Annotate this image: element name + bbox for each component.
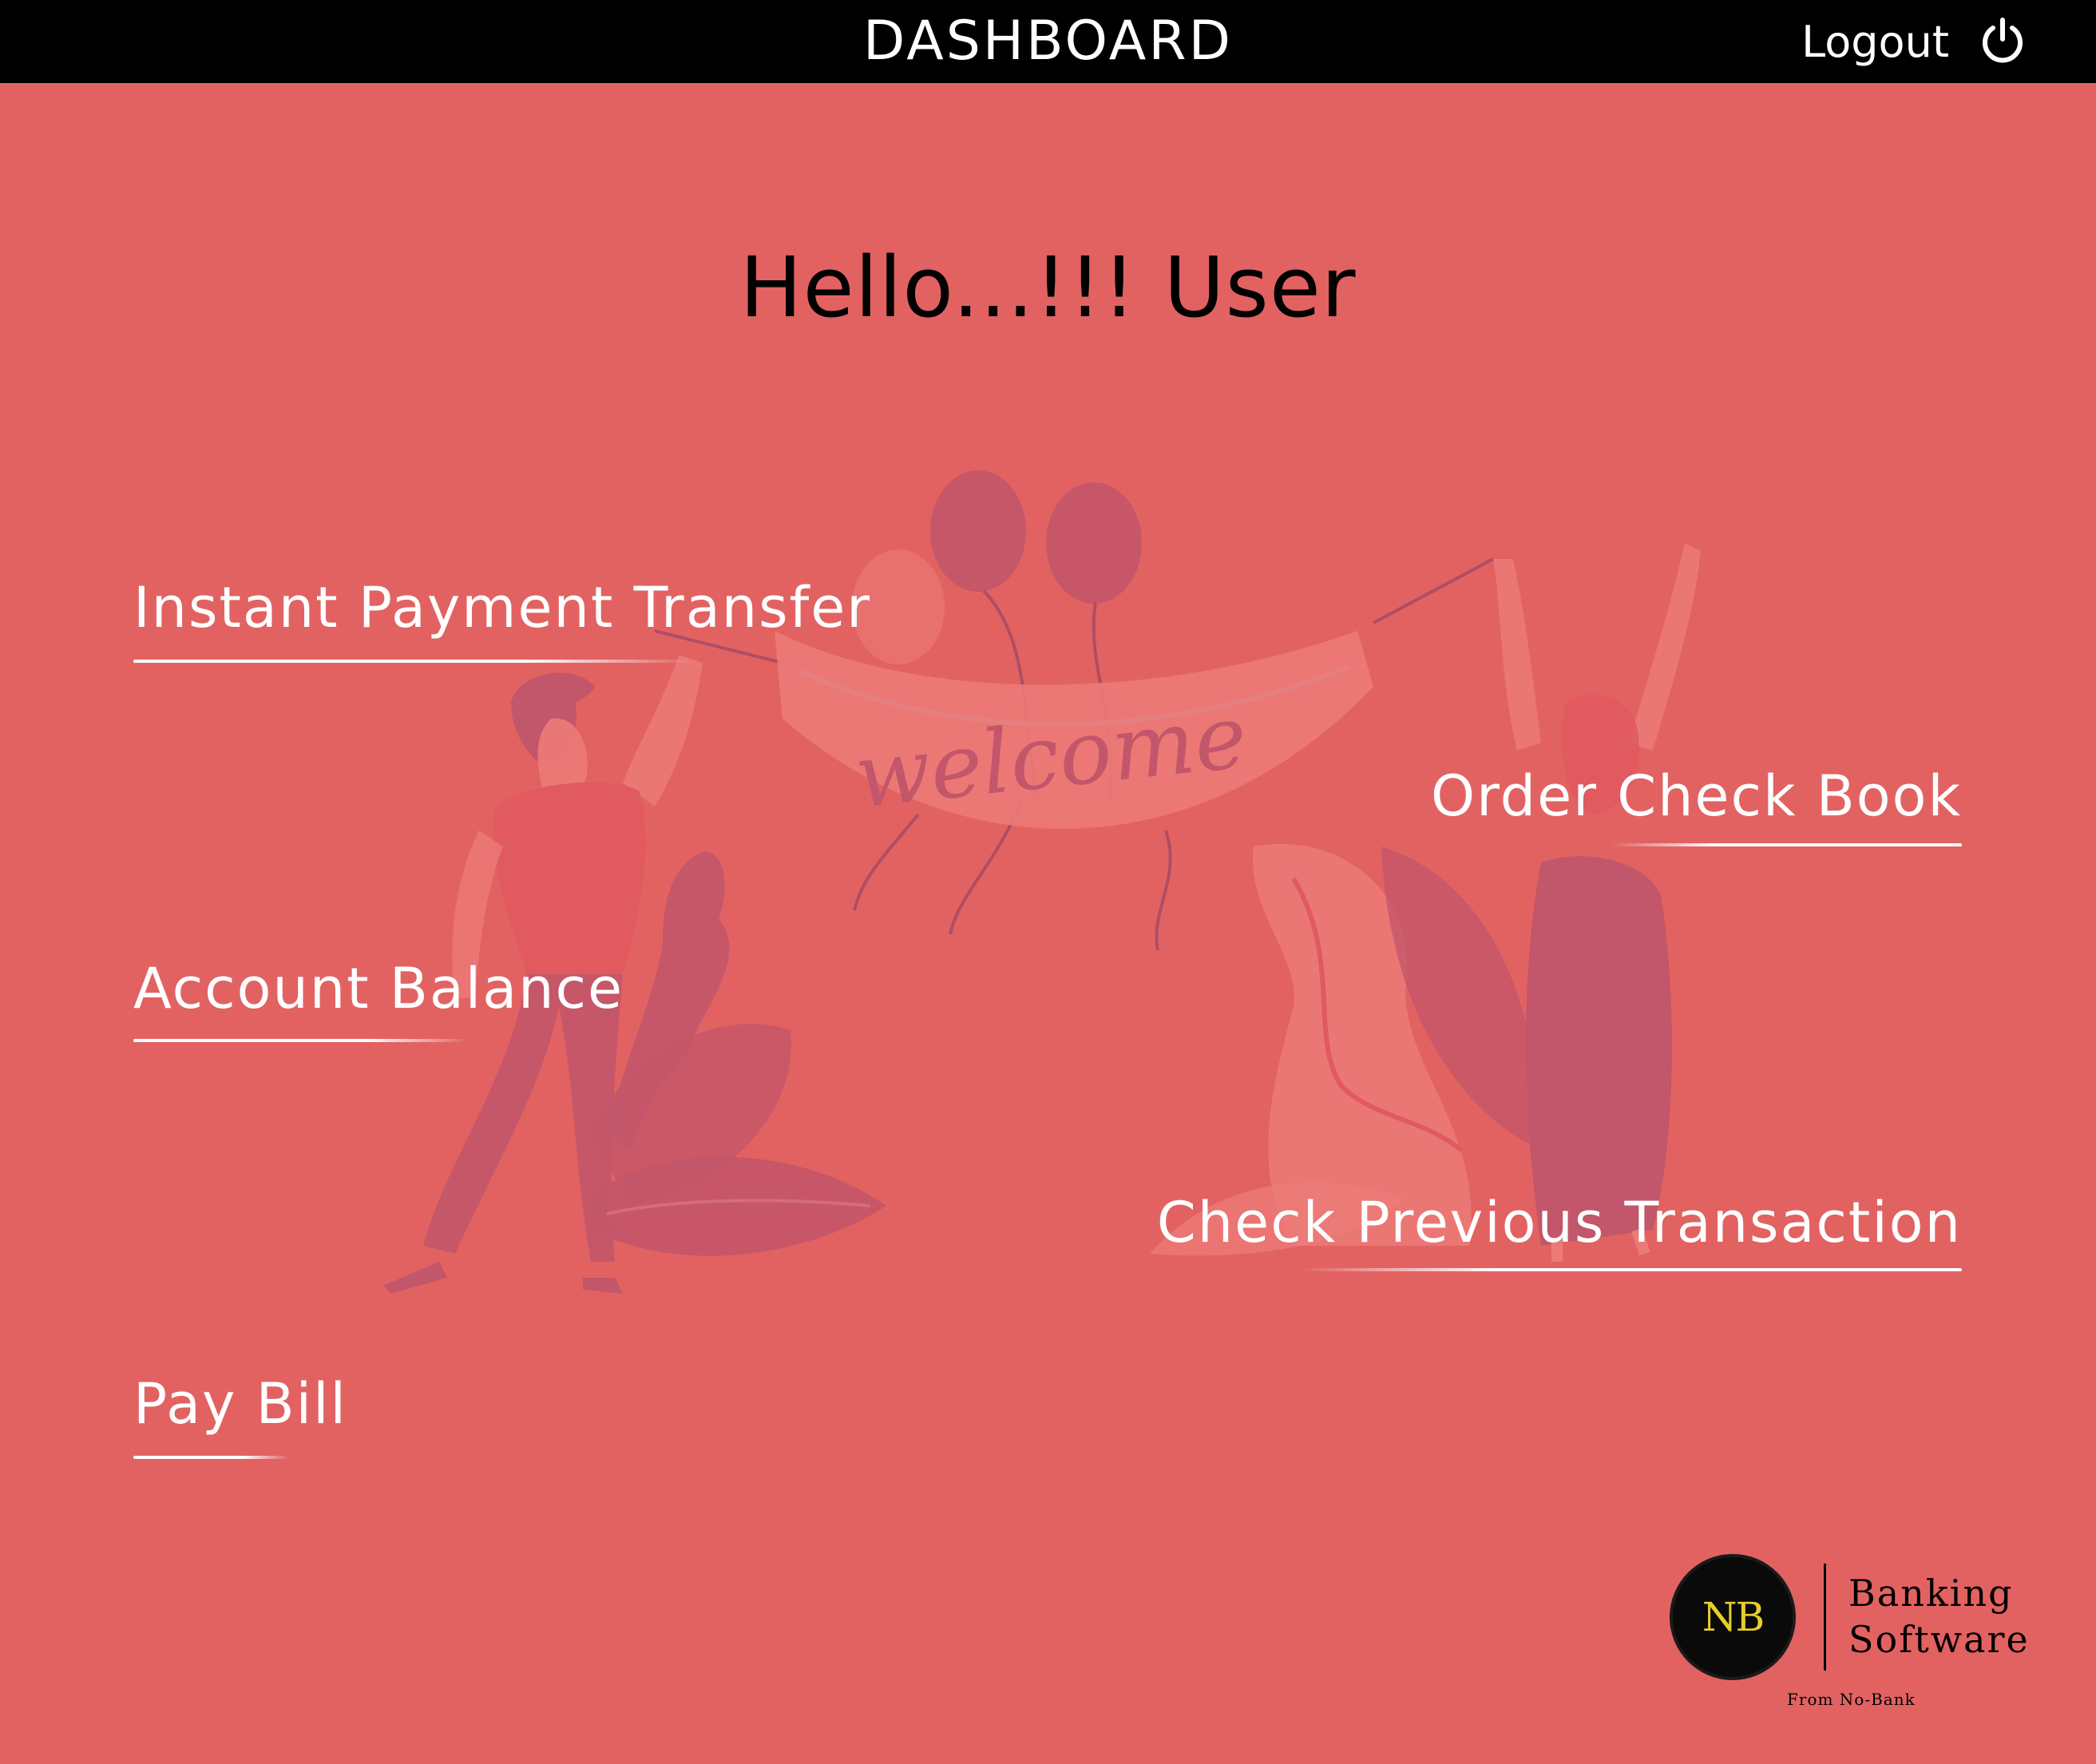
man-shoe-right bbox=[583, 1278, 623, 1294]
man-face bbox=[537, 718, 588, 798]
order-check-book-label: Order Check Book bbox=[1431, 763, 1962, 829]
instant-payment-transfer-label: Instant Payment Transfer bbox=[133, 575, 872, 640]
link-underline bbox=[133, 660, 692, 663]
balloon-left bbox=[930, 470, 1026, 592]
dashboard-page: welcome DASHBOARD Logout Hello...!!! Use… bbox=[0, 0, 2096, 1764]
man-shoe-left bbox=[383, 1262, 447, 1294]
banner-stripe bbox=[797, 664, 1351, 727]
right-dark-leaf bbox=[1381, 846, 1541, 1150]
page-title: DASHBOARD bbox=[863, 10, 1233, 73]
balloon-string-4 bbox=[1155, 830, 1172, 951]
woman-right-arm bbox=[1629, 543, 1701, 751]
logo-text: NB bbox=[1702, 1594, 1765, 1640]
man-hair bbox=[511, 672, 595, 767]
instant-payment-transfer-link[interactable]: Instant Payment Transfer bbox=[133, 572, 872, 663]
man-torso bbox=[493, 782, 646, 974]
balloons-group bbox=[852, 470, 1172, 951]
pay-bill-label: Pay Bill bbox=[133, 1371, 348, 1437]
left-plants bbox=[591, 851, 886, 1256]
link-underline bbox=[133, 1456, 289, 1459]
balloon-string-3 bbox=[949, 798, 1024, 935]
left-round-leaf bbox=[591, 1024, 791, 1206]
logout-button[interactable]: Logout bbox=[1801, 0, 2027, 83]
woman-figure bbox=[1493, 543, 1701, 1262]
pay-bill-link[interactable]: Pay Bill bbox=[133, 1368, 348, 1459]
logout-label: Logout bbox=[1801, 16, 1949, 67]
balloon-string-5 bbox=[853, 813, 920, 911]
link-underline bbox=[133, 1039, 469, 1042]
power-icon bbox=[1978, 17, 2027, 66]
check-previous-transaction-label: Check Previous Transaction bbox=[1156, 1190, 1962, 1255]
brand-block: NB Banking Software From No-Bank bbox=[1673, 1557, 2056, 1717]
brand-name: Banking Software bbox=[1848, 1570, 2030, 1663]
left-bottom-leaf bbox=[591, 1156, 886, 1256]
woman-left-arm bbox=[1493, 559, 1541, 751]
top-navigation-bar: DASHBOARD Logout bbox=[0, 0, 2096, 83]
balloon-right bbox=[1046, 482, 1142, 604]
account-balance-link[interactable]: Account Balance bbox=[133, 953, 624, 1042]
balloon-string-2 bbox=[1092, 602, 1113, 799]
brand-name-line1: Banking bbox=[1848, 1572, 2014, 1615]
brand-divider bbox=[1824, 1564, 1826, 1671]
link-underline bbox=[1299, 1268, 1962, 1271]
brand-tagline: From No-Bank bbox=[1787, 1690, 1916, 1709]
banner-welcome-text: welcome bbox=[850, 685, 1251, 828]
order-check-book-link[interactable]: Order Check Book bbox=[1431, 760, 1962, 846]
account-balance-label: Account Balance bbox=[133, 956, 624, 1021]
nb-logo: NB bbox=[1673, 1557, 1793, 1677]
right-pink-leaf bbox=[1253, 843, 1472, 1246]
check-previous-transaction-link[interactable]: Check Previous Transaction bbox=[1156, 1187, 1962, 1271]
balloon-string-1 bbox=[982, 589, 1040, 799]
man-raised-arm bbox=[623, 655, 703, 807]
banner-cloth bbox=[775, 631, 1373, 829]
greeting-heading: Hello...!!! User bbox=[739, 239, 1357, 336]
left-leaf-vein bbox=[606, 1199, 871, 1215]
brand-name-line2: Software bbox=[1848, 1618, 2030, 1661]
left-tall-leaf bbox=[607, 851, 730, 1150]
right-pink-vein bbox=[1291, 877, 1463, 1152]
link-underline bbox=[1611, 843, 1962, 846]
